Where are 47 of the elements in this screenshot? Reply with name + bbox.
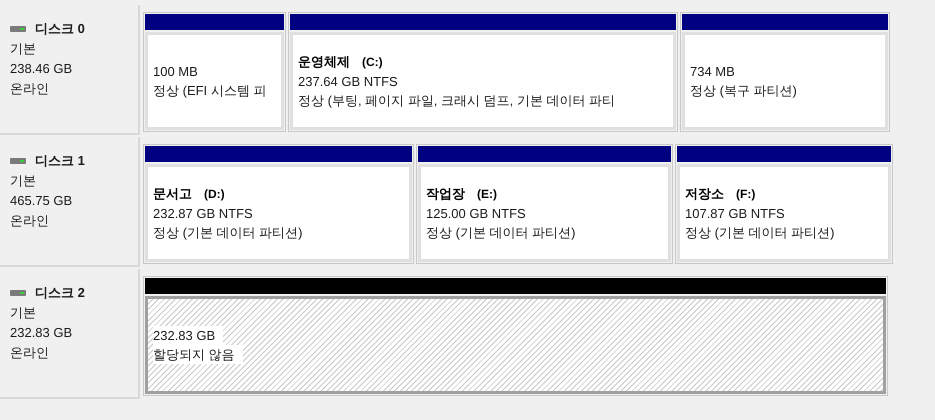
partition-status: 정상 (부팅, 페이지 파일, 크래시 덤프, 기본 데이터 파티 bbox=[298, 92, 616, 110]
drive-letter: (C:) bbox=[362, 54, 383, 71]
disk-drive-icon bbox=[10, 158, 26, 164]
disk-size: 232.83 GB bbox=[10, 324, 74, 342]
partition-size: 734 MB bbox=[690, 63, 735, 81]
disk-status: 온라인 bbox=[10, 212, 50, 230]
partition-status: 정상 (기본 데이터 파티션) bbox=[153, 224, 302, 242]
volume-name: 문서고 bbox=[153, 185, 192, 203]
disk-status: 온라인 bbox=[10, 344, 50, 362]
disk-name: 디스크 1 bbox=[35, 152, 85, 170]
disk-name: 디스크 2 bbox=[35, 284, 85, 302]
unallocated-space[interactable]: 232.83 GB 할당되지 않음 bbox=[143, 276, 888, 396]
partition-status: 정상 (EFI 시스템 피 bbox=[153, 82, 266, 100]
partition-size: 232.83 GB bbox=[153, 326, 224, 345]
disk-type: 기본 bbox=[10, 172, 37, 190]
partition-block[interactable]: 734 MB 정상 (복구 파티션) bbox=[680, 12, 890, 132]
drive-letter: (E:) bbox=[477, 186, 497, 203]
partition-block[interactable]: 100 MB 정상 (EFI 시스템 피 bbox=[143, 12, 286, 132]
disk-type: 기본 bbox=[10, 40, 37, 58]
partition-size: 107.87 GB NTFS bbox=[685, 205, 785, 223]
volume-name: 저장소 bbox=[685, 185, 724, 203]
disk-size: 238.46 GB bbox=[10, 60, 74, 78]
partition-status: 정상 (기본 데이터 파티션) bbox=[426, 224, 576, 242]
partition-block[interactable]: 저장소 (F:) 107.87 GB NTFS 정상 (기본 데이터 파티션) bbox=[675, 144, 893, 264]
disk-status: 온라인 bbox=[10, 80, 50, 98]
partition-status: 정상 (복구 파티션) bbox=[690, 82, 797, 100]
disk-drive-icon bbox=[10, 290, 26, 296]
partition-status: 정상 (기본 데이터 파티션) bbox=[685, 224, 834, 242]
partition-block[interactable]: 작업장 (E:) 125.00 GB NTFS 정상 (기본 데이터 파티션) bbox=[416, 144, 673, 264]
partition-size: 125.00 GB NTFS bbox=[426, 205, 526, 223]
volume-name: 작업장 bbox=[426, 185, 465, 203]
disk-info-panel[interactable]: 디스크 0 기본 238.46 GB 온라인 bbox=[0, 5, 140, 135]
volume-name: 운영체제 bbox=[298, 53, 350, 71]
disk-size: 465.75 GB bbox=[10, 192, 74, 210]
partition-block[interactable]: 문서고 (D:) 232.87 GB NTFS 정상 (기본 데이터 파티션) bbox=[143, 144, 414, 264]
partition-size: 237.64 GB NTFS bbox=[298, 73, 398, 91]
disk-name: 디스크 0 bbox=[35, 20, 85, 38]
drive-letter: (D:) bbox=[204, 186, 225, 203]
partition-size: 232.87 GB NTFS bbox=[153, 205, 253, 223]
disk-type: 기본 bbox=[10, 304, 37, 322]
partition-size: 100 MB bbox=[153, 63, 198, 81]
partition-status: 할당되지 않음 bbox=[153, 345, 243, 364]
disk-drive-icon bbox=[10, 26, 26, 32]
disk-info-panel[interactable]: 디스크 2 기본 232.83 GB 온라인 bbox=[0, 269, 140, 399]
disk-info-panel[interactable]: 디스크 1 기본 465.75 GB 온라인 bbox=[0, 137, 140, 267]
drive-letter: (F:) bbox=[736, 186, 756, 203]
partition-block[interactable]: 운영체제 (C:) 237.64 GB NTFS 정상 (부팅, 페이지 파일, 크래시 덤프, 기본 데이터 파티 bbox=[288, 12, 678, 132]
